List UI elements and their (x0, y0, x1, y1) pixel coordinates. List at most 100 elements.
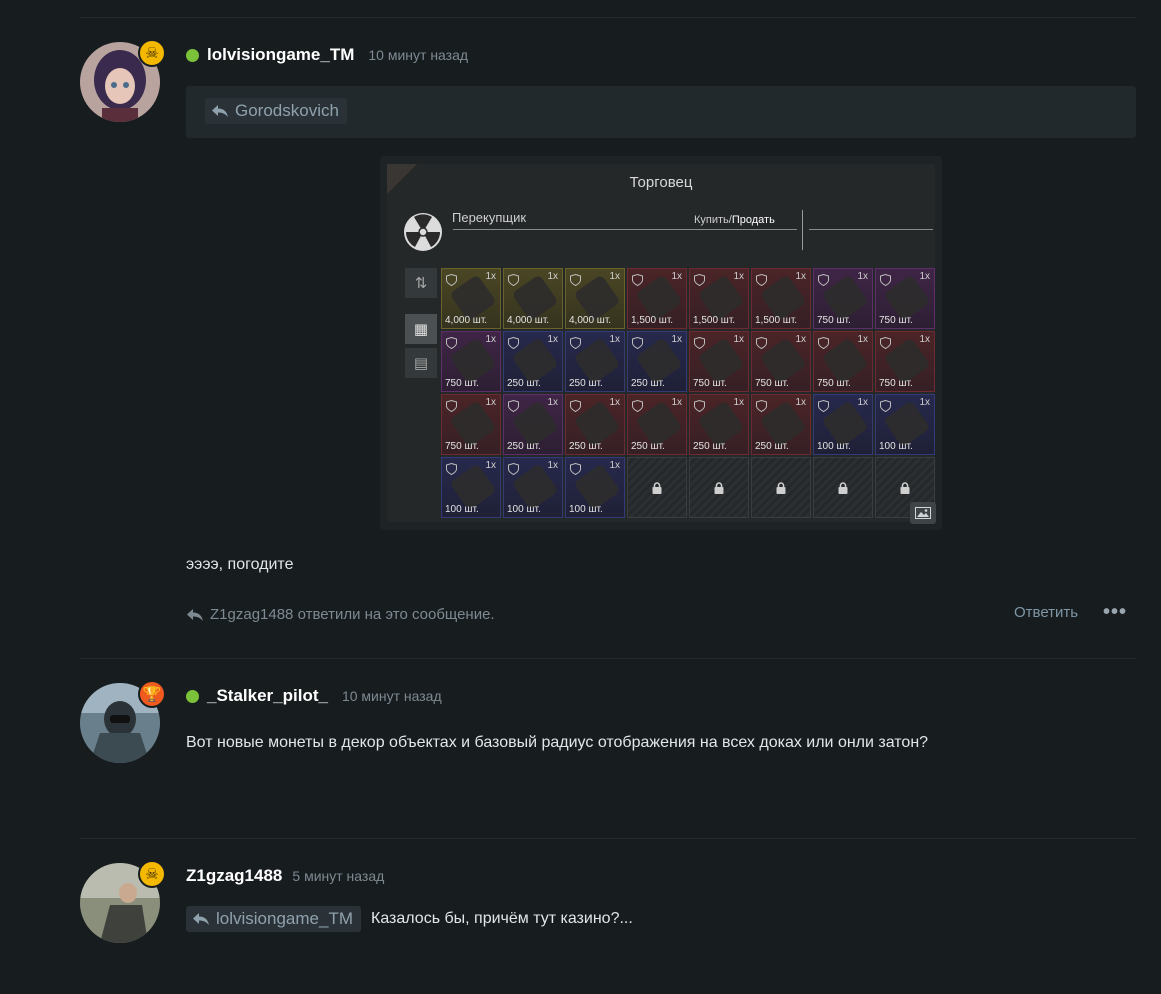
item-slot: 1x 4,000 шт. (441, 268, 501, 329)
post-divider (80, 658, 1136, 659)
post-header: _Stalker_pilot_ 10 минут назад (186, 686, 442, 706)
lock-icon (652, 481, 662, 494)
shield-icon (818, 400, 829, 412)
item-quantity: 1x (485, 397, 496, 408)
timestamp[interactable]: 10 минут назад (368, 47, 468, 63)
trader-window-title: Торговец (629, 174, 693, 191)
shield-icon (446, 337, 457, 349)
shield-icon (756, 337, 767, 349)
item-slot: 1x 100 шт. (875, 394, 935, 455)
item-quantity: 1x (485, 460, 496, 471)
shield-icon (694, 274, 705, 286)
item-quantity: 1x (609, 271, 620, 282)
item-quantity: 1x (857, 397, 868, 408)
item-price: 4,000 шт. (507, 315, 550, 326)
item-price: 100 шт. (879, 441, 913, 452)
item-slot: 1x 250 шт. (627, 394, 687, 455)
item-price: 4,000 шт. (445, 315, 488, 326)
item-slot: 1x 100 шт. (813, 394, 873, 455)
item-price: 1,500 шт. (693, 315, 736, 326)
right-underline (809, 229, 933, 230)
item-slot: 1x 1,500 шт. (751, 268, 811, 329)
item-price: 250 шт. (631, 441, 665, 452)
item-slot: 1x 1,500 шт. (627, 268, 687, 329)
item-slot: 1x 750 шт. (441, 331, 501, 392)
item-quantity: 1x (671, 271, 682, 282)
item-quantity: 1x (609, 334, 620, 345)
item-quantity: 1x (547, 460, 558, 471)
reply-arrow-icon (187, 608, 203, 621)
attached-image[interactable]: Торговец Перекупщик Купить/Продать ⇅ ▦ ▤… (380, 156, 942, 530)
shield-icon (818, 274, 829, 286)
username[interactable]: lolvisiongame_TM (207, 45, 354, 65)
shield-icon (570, 463, 581, 475)
trophy-icon: 🏆 (138, 680, 166, 708)
item-slot: 1x 100 шт. (441, 457, 501, 518)
shield-icon (632, 400, 643, 412)
item-price: 250 шт. (693, 441, 727, 452)
item-price: 250 шт. (631, 378, 665, 389)
shield-icon (508, 463, 519, 475)
shield-icon (508, 337, 519, 349)
post-divider (80, 838, 1136, 839)
item-quantity: 1x (919, 334, 930, 345)
username[interactable]: Z1gzag1488 (186, 866, 282, 886)
item-quantity: 1x (485, 271, 496, 282)
item-price: 750 шт. (693, 378, 727, 389)
item-quantity: 1x (547, 334, 558, 345)
item-quantity: 1x (733, 334, 744, 345)
shield-icon (632, 274, 643, 286)
item-slot: 1x 750 шт. (813, 268, 873, 329)
lock-icon (838, 481, 848, 494)
item-quantity: 1x (671, 334, 682, 345)
item-slot: 1x 750 шт. (441, 394, 501, 455)
shield-icon (446, 463, 457, 475)
replies-note[interactable]: Z1gzag1488 ответили на это сообщение. (186, 606, 495, 623)
grid-view-icon: ▦ (405, 314, 437, 344)
shield-icon (880, 274, 891, 286)
item-quantity: 1x (733, 271, 744, 282)
reply-arrow-icon (212, 105, 228, 117)
item-slot: 1x 750 шт. (875, 268, 935, 329)
post-message: Казалось бы, причём тут казино?... (371, 910, 633, 927)
shield-icon (694, 337, 705, 349)
item-quantity: 1x (795, 271, 806, 282)
post-message: ээээ, погодите (186, 556, 294, 573)
shield-icon (446, 274, 457, 286)
item-slot: 1x 250 шт. (503, 394, 563, 455)
item-slot: 1x 4,000 шт. (503, 268, 563, 329)
item-price: 750 шт. (817, 378, 851, 389)
shield-icon (632, 337, 643, 349)
trader-window: Торговец Перекупщик Купить/Продать ⇅ ▦ ▤… (387, 164, 935, 522)
reply-button[interactable]: Ответить (1014, 604, 1078, 621)
item-price: 750 шт. (445, 441, 479, 452)
item-price: 750 шт. (755, 378, 789, 389)
timestamp[interactable]: 5 минут назад (292, 868, 384, 884)
online-indicator (186, 689, 199, 703)
item-slot: 1x 250 шт. (565, 394, 625, 455)
more-options-icon[interactable]: ••• (1103, 601, 1127, 624)
username[interactable]: _Stalker_pilot_ (207, 686, 328, 706)
item-slot: 1x 100 шт. (503, 457, 563, 518)
item-slot: 1x 750 шт. (813, 331, 873, 392)
item-quantity: 1x (795, 397, 806, 408)
item-quantity: 1x (733, 397, 744, 408)
quote-author-name: Gorodskovich (235, 101, 339, 120)
item-quantity: 1x (671, 397, 682, 408)
shield-icon (694, 400, 705, 412)
quote-author-mention[interactable]: Gorodskovich (205, 98, 347, 124)
item-quantity: 1x (547, 271, 558, 282)
timestamp[interactable]: 10 минут назад (342, 688, 442, 704)
shield-icon (446, 400, 457, 412)
shield-icon (880, 337, 891, 349)
item-price: 250 шт. (569, 441, 603, 452)
quote-block: Gorodskovich (186, 86, 1136, 138)
post-message-line: lolvisiongame_TM Казалось бы, причём тут… (186, 906, 633, 932)
quote-author-mention[interactable]: lolvisiongame_TM (186, 906, 361, 932)
item-price: 1,500 шт. (755, 315, 798, 326)
item-quantity: 1x (919, 271, 930, 282)
lock-icon (900, 481, 910, 494)
shield-icon (570, 274, 581, 286)
shield-icon (756, 274, 767, 286)
item-slot: 1x 750 шт. (875, 331, 935, 392)
